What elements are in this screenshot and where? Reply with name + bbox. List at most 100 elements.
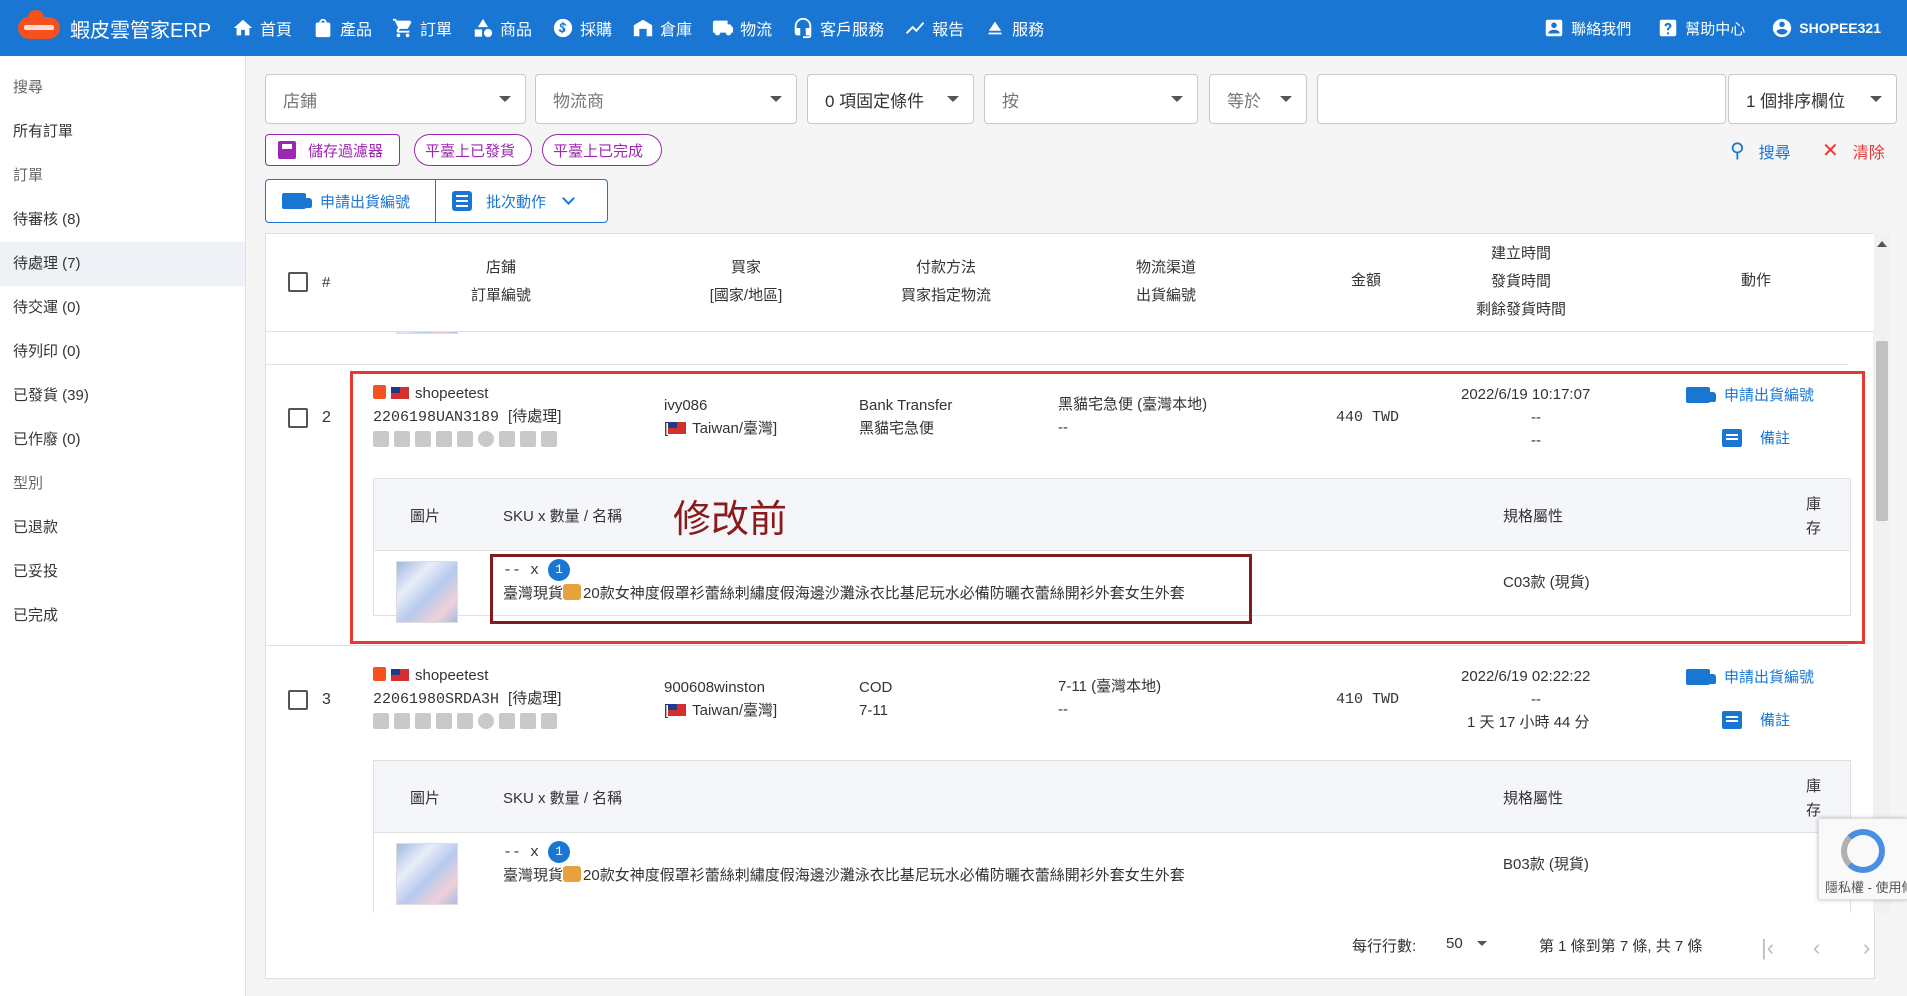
rows-per-page-select[interactable]: 50: [1446, 935, 1487, 952]
clear-button[interactable]: ✕ 清除: [1822, 138, 1885, 163]
status-icon[interactable]: [457, 713, 473, 729]
chevron-down-icon: [562, 192, 575, 205]
note-link[interactable]: 備註: [1722, 709, 1790, 730]
scrollbar-thumb[interactable]: [1876, 341, 1888, 521]
shop-select[interactable]: 店鋪: [265, 74, 526, 124]
header-shop-order: 店鋪 訂單編號: [441, 254, 561, 310]
batch-action-label: 批次動作: [486, 193, 547, 211]
nav-warehouse-label: 倉庫: [660, 22, 693, 39]
first-page-icon[interactable]: |‹: [1761, 935, 1774, 961]
sidebar-item-pending-dispatch[interactable]: 待交運 (0): [0, 286, 245, 330]
request-tracking-link[interactable]: 申請出貨編號: [1686, 666, 1814, 687]
nav-items[interactable]: 商品: [472, 16, 532, 40]
status-icon[interactable]: [394, 713, 410, 729]
help-center[interactable]: 幫助中心: [1657, 17, 1745, 39]
sidebar-item-pending-review[interactable]: 待審核 (8): [0, 198, 245, 242]
fixed-conditions-select[interactable]: 0 項固定條件: [807, 74, 974, 124]
operator-select[interactable]: 等於: [1209, 74, 1307, 124]
shopee-cloud-logo: [18, 10, 60, 39]
sidebar-item-pending-processing[interactable]: 待處理 (7): [0, 242, 245, 286]
buyer-country-text: Taiwan/臺灣: [692, 702, 774, 719]
table-scrollbar[interactable]: [1873, 233, 1891, 913]
status-icon[interactable]: [436, 713, 452, 729]
nav-logistics[interactable]: 物流: [712, 16, 772, 40]
nav-logistics-label: 物流: [740, 22, 773, 39]
account-menu[interactable]: SHOPEE321: [1771, 17, 1881, 39]
recaptcha-icon: [1841, 829, 1885, 873]
prev-page-icon[interactable]: ‹: [1813, 935, 1820, 961]
sidebar-item-voided[interactable]: 已作廢 (0): [0, 418, 245, 462]
shop-select-label: 店鋪: [283, 91, 317, 111]
chip-shipped-on-platform[interactable]: 平臺上已發貨: [414, 134, 532, 166]
header-order-no: 訂單編號: [470, 287, 531, 304]
order-number[interactable]: 22061980SRDA3H: [373, 691, 499, 708]
tracking-number: --: [1058, 701, 1068, 718]
filter-value-input[interactable]: [1317, 74, 1726, 124]
nav-items-label: 商品: [500, 22, 533, 39]
nav-purchase[interactable]: 採購: [552, 16, 612, 40]
item-name[interactable]: 臺灣現貨 20款女神度假罩衫蕾絲刺繡度假海邊沙灘泳衣比基尼玩水必備防曬衣蕾絲開衫外…: [503, 864, 1185, 887]
items-header-stock: 庫存: [1806, 778, 1822, 819]
table-header: # 店鋪 訂單編號 買家 [國家/地區] 付款方法 買家指定物流 物流渠道 出貨…: [266, 234, 1874, 332]
header-created: 建立時間: [1490, 245, 1551, 262]
product-thumbnail[interactable]: [396, 843, 458, 905]
pagination-range: 第 1 條到第 7 條, 共 7 條: [1539, 938, 1703, 955]
search-label: 搜尋: [1758, 144, 1791, 162]
select-all-checkbox[interactable]: [288, 272, 308, 292]
shop-cell: shopeetest: [373, 664, 488, 687]
status-icon[interactable]: [541, 713, 557, 729]
item-sku: --: [503, 844, 522, 861]
nav-products[interactable]: 產品: [312, 16, 372, 40]
save-filter-button[interactable]: 儲存過濾器: [265, 134, 400, 166]
contact-us[interactable]: 聯絡我們: [1543, 17, 1631, 39]
scroll-up-arrow-icon[interactable]: [1877, 241, 1887, 247]
shopee-icon: [373, 667, 386, 681]
batch-action-button[interactable]: 批次動作: [436, 180, 607, 222]
order-status: [待處理]: [508, 690, 562, 707]
items-header-image: 圖片: [410, 790, 441, 807]
request-tracking-link-label: 申請出貨編號: [1724, 669, 1815, 686]
chip-completed-on-platform[interactable]: 平臺上已完成: [542, 134, 662, 166]
close-icon: ✕: [1822, 140, 1839, 162]
recaptcha-text[interactable]: 隱私權 - 使用條款: [1825, 877, 1907, 896]
nav-services[interactable]: 服務: [984, 16, 1044, 40]
nav-customer-service-label: 客戶服務: [820, 22, 885, 39]
recaptcha-badge[interactable]: 隱私權 - 使用條款: [1818, 818, 1907, 900]
nav-reports[interactable]: 報告: [904, 16, 964, 40]
nav-orders[interactable]: 訂單: [392, 16, 452, 40]
truck-icon: [1686, 668, 1716, 685]
sidebar-item-shipped[interactable]: 已發貨 (39): [0, 374, 245, 418]
order-cell[interactable]: 22061980SRDA3H [待處理]: [373, 687, 561, 711]
sidebar-item-delivered[interactable]: 已妥投: [0, 550, 245, 594]
bulk-action-group: 申請出貨編號 批次動作: [265, 179, 608, 223]
header-channel-label: 物流渠道: [1135, 259, 1196, 276]
sidebar-item-completed[interactable]: 已完成: [0, 594, 245, 638]
header-remaining: 剩餘發貨時間: [1475, 301, 1566, 318]
chevron-down-icon: [1280, 96, 1292, 102]
sort-fields-select[interactable]: 1 個排序欄位: [1728, 74, 1897, 124]
header-tracking: 出貨編號: [1135, 287, 1196, 304]
status-icon[interactable]: [478, 713, 494, 729]
nav-warehouse[interactable]: 倉庫: [632, 16, 692, 40]
sidebar-item-pending-print[interactable]: 待列印 (0): [0, 330, 245, 374]
nav-home[interactable]: 首頁: [232, 16, 292, 40]
by-field-select[interactable]: 按: [984, 74, 1198, 124]
nav-customer-service[interactable]: 客戶服務: [792, 16, 884, 40]
row-checkbox[interactable]: [288, 690, 308, 710]
carrier-select[interactable]: 物流商: [535, 74, 797, 124]
status-icon[interactable]: [373, 713, 389, 729]
row-number: 2: [322, 409, 331, 426]
request-tracking-button[interactable]: 申請出貨編號: [266, 180, 436, 222]
search-button[interactable]: ⚲ 搜尋: [1730, 138, 1791, 163]
item-name-text: 20款女神度假罩衫蕾絲刺繡度假海邊沙灘泳衣比基尼玩水必備防曬衣蕾絲開衫外套女生外…: [583, 867, 1185, 884]
row-checkbox[interactable]: [288, 408, 308, 428]
brand[interactable]: 蝦皮雲管家ERP: [0, 10, 232, 43]
sidebar-item-all-orders[interactable]: 所有訂單: [0, 110, 245, 154]
status-icon[interactable]: [499, 713, 515, 729]
annotation-label: 修改前: [673, 497, 788, 541]
status-icon[interactable]: [520, 713, 536, 729]
next-page-icon[interactable]: ›: [1863, 935, 1870, 961]
sidebar-item-refunded[interactable]: 已退款: [0, 506, 245, 550]
status-icon[interactable]: [415, 713, 431, 729]
